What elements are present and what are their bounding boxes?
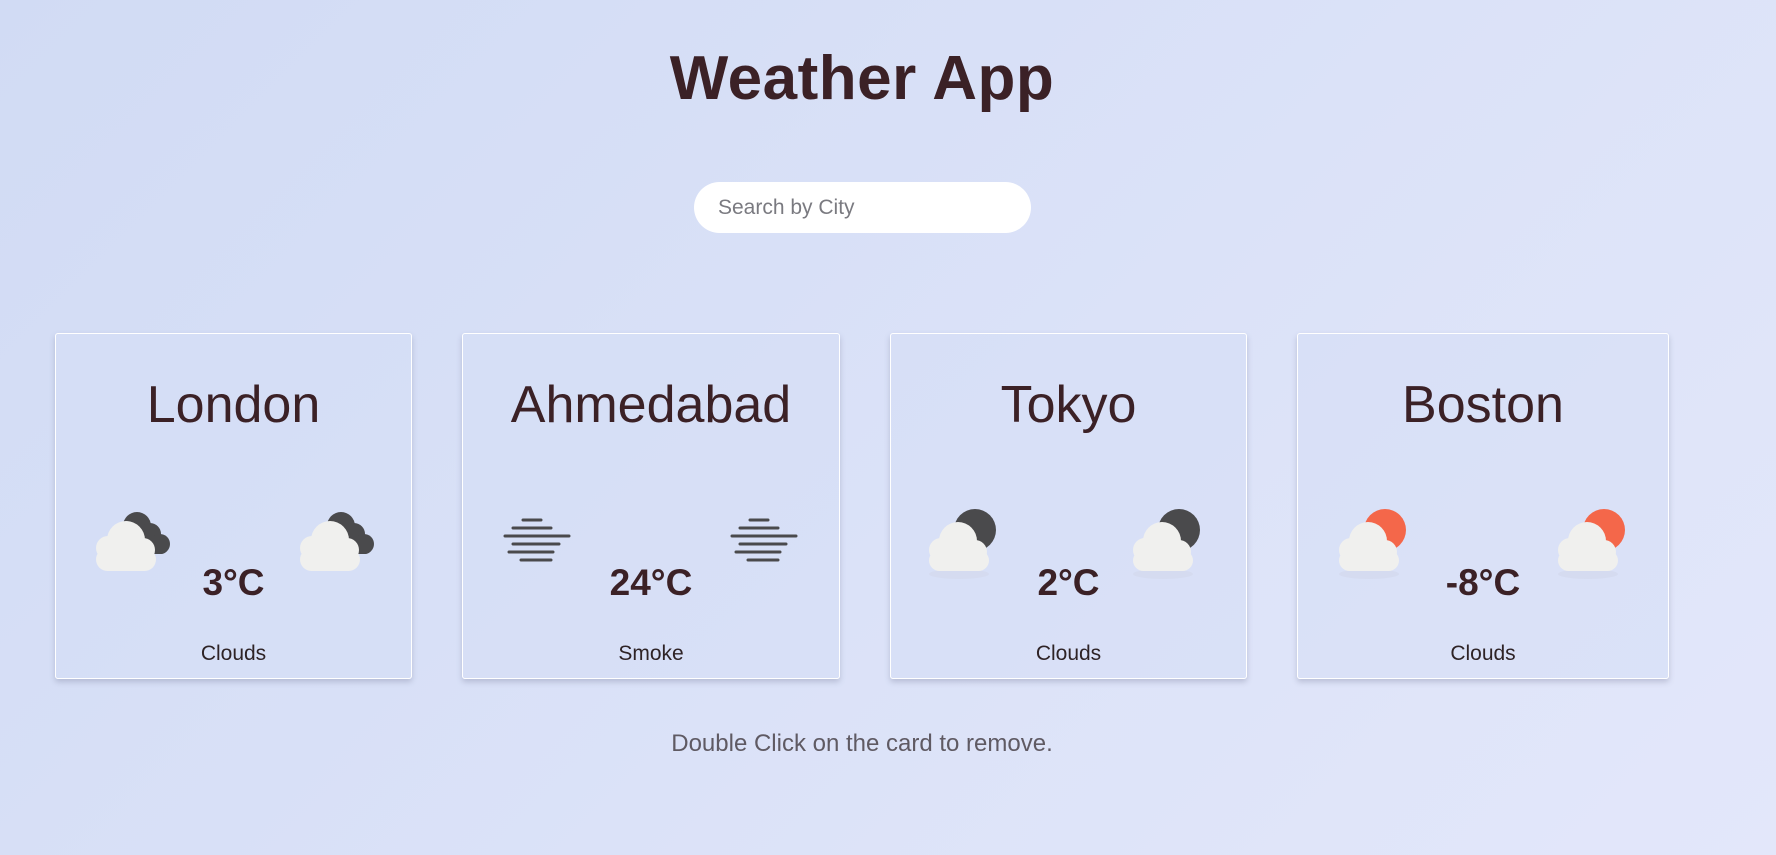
card-city-name: Boston: [1402, 376, 1564, 434]
weather-card-ahmedabad[interactable]: Ahmedabad 24°C Smoke: [462, 333, 840, 679]
card-description: Clouds: [1035, 642, 1102, 665]
search-input[interactable]: [694, 182, 1031, 233]
card-city-name: London: [146, 376, 321, 434]
card-temperature: 24°C: [609, 562, 693, 603]
weather-card-boston[interactable]: Boston -8°C Clouds: [1297, 333, 1669, 679]
weather-card-tokyo[interactable]: Tokyo 2°C Clouds: [890, 333, 1247, 679]
card-description: Smoke: [618, 642, 684, 665]
card-temperature: 2°C: [1037, 562, 1100, 603]
card-temperature: 3°C: [202, 562, 265, 603]
search-bar[interactable]: [694, 182, 1031, 233]
page-title: Weather App: [669, 44, 1055, 113]
card-description: Clouds: [200, 642, 267, 665]
card-city-name: Tokyo: [1000, 376, 1137, 434]
weather-card-london[interactable]: London 3°C Clouds: [55, 333, 412, 679]
card-description: Clouds: [1450, 642, 1516, 665]
card-city-name: Ahmedabad: [510, 376, 792, 434]
card-temperature: -8°C: [1445, 562, 1521, 603]
remove-card-hint: Double Click on the card to remove.: [671, 730, 1053, 757]
